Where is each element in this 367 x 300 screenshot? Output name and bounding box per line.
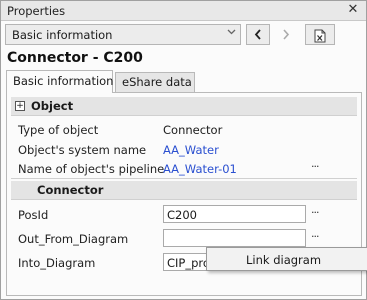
tab-basic-information[interactable]: Basic information bbox=[6, 70, 113, 93]
row-label: Type of object bbox=[18, 123, 99, 137]
toolbar: Basic information bbox=[5, 24, 362, 45]
section-object-title: Object bbox=[31, 99, 74, 113]
row-value: Connector bbox=[163, 123, 223, 137]
chevron-down-icon bbox=[227, 28, 236, 38]
row-label: PosId bbox=[18, 208, 49, 222]
chevron-right-icon bbox=[283, 29, 290, 40]
properties-window: Properties ✕ Basic information Connector… bbox=[0, 0, 367, 300]
object-heading: Connector - C200 bbox=[7, 50, 143, 66]
view-selector-dropdown[interactable]: Basic information bbox=[5, 24, 241, 45]
menu-item-link-diagram[interactable]: Link diagram bbox=[246, 253, 321, 267]
section-connector-header: Connector bbox=[11, 181, 357, 200]
excel-export-icon bbox=[314, 29, 326, 43]
context-menu: Link diagram bbox=[206, 247, 367, 271]
posid-input[interactable]: C200 bbox=[163, 205, 306, 223]
window-title: Properties bbox=[7, 4, 66, 18]
section-divider bbox=[11, 178, 357, 179]
out-from-diagram-input[interactable] bbox=[163, 229, 306, 247]
system-name-link[interactable]: AA_Water bbox=[163, 143, 219, 157]
expand-icon[interactable]: + bbox=[15, 101, 25, 111]
row-label: Name of object's pipeline bbox=[18, 162, 165, 176]
row-out-from-diagram: Out_From_Diagram ··· bbox=[7, 229, 361, 249]
row-posid: PosId C200 ··· bbox=[7, 205, 361, 225]
title-bar: Properties ✕ bbox=[1, 1, 366, 21]
more-options-button[interactable]: ··· bbox=[311, 230, 319, 243]
more-options-button[interactable]: ··· bbox=[311, 160, 319, 173]
next-button[interactable] bbox=[274, 24, 298, 45]
row-pipeline-name: Name of object's pipeline AA_Water-01 ··… bbox=[7, 159, 361, 179]
row-label: Object's system name bbox=[18, 143, 147, 157]
tab-eshare-data[interactable]: eShare data bbox=[115, 72, 195, 92]
section-object-header[interactable]: + Object bbox=[11, 97, 357, 116]
row-system-name: Object's system name AA_Water bbox=[7, 140, 361, 160]
row-type-of-object: Type of object Connector bbox=[7, 120, 361, 140]
view-selector-value: Basic information bbox=[12, 28, 113, 42]
more-options-button[interactable]: ··· bbox=[311, 206, 319, 219]
chevron-left-icon bbox=[254, 29, 261, 40]
row-label: Out_From_Diagram bbox=[18, 232, 129, 246]
section-connector-title: Connector bbox=[37, 183, 104, 197]
row-label: Into_Diagram bbox=[18, 256, 96, 270]
export-excel-button[interactable] bbox=[305, 24, 335, 45]
previous-button[interactable] bbox=[246, 24, 270, 45]
pipeline-name-link[interactable]: AA_Water-01 bbox=[163, 162, 237, 176]
close-icon[interactable]: ✕ bbox=[346, 2, 360, 17]
